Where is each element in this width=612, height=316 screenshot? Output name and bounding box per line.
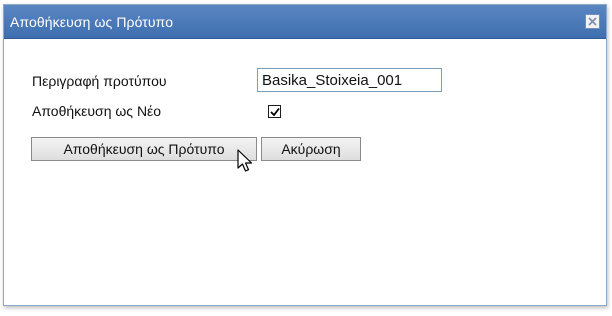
description-label: Περιγραφή προτύπου bbox=[32, 73, 167, 89]
close-icon bbox=[588, 17, 597, 26]
checkmark-icon bbox=[270, 107, 280, 117]
description-input[interactable] bbox=[257, 68, 442, 92]
dialog-titlebar[interactable]: Αποθήκευση ως Πρότυπο bbox=[4, 5, 606, 39]
save-as-template-button[interactable]: Αποθήκευση ως Πρότυπο bbox=[31, 137, 257, 161]
cancel-button[interactable]: Ακύρωση bbox=[261, 137, 361, 161]
dialog-body: Περιγραφή προτύπου Αποθήκευση ως Νέο Απο… bbox=[4, 39, 606, 305]
save-as-new-label: Αποθήκευση ως Νέο bbox=[32, 103, 162, 119]
dialog-title: Αποθήκευση ως Πρότυπο bbox=[10, 14, 174, 30]
save-as-new-checkbox[interactable] bbox=[268, 105, 281, 118]
close-button[interactable] bbox=[585, 14, 600, 29]
save-template-dialog: Αποθήκευση ως Πρότυπο Περιγραφή προτύπου… bbox=[3, 4, 607, 306]
mouse-pointer-icon bbox=[237, 149, 253, 172]
